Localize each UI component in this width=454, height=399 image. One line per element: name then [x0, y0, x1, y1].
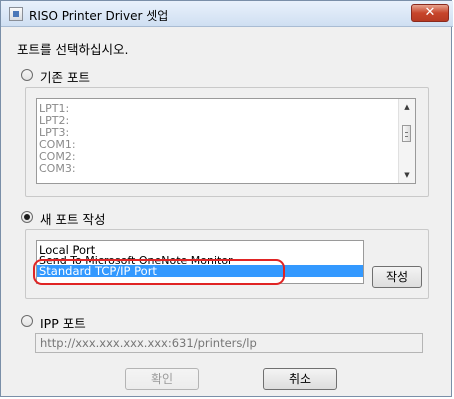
ok-button[interactable]: 확인: [125, 368, 199, 390]
list-item[interactable]: LPT3:: [37, 127, 399, 139]
list-item[interactable]: COM3:: [37, 163, 399, 175]
ipp-url-field[interactable]: http://xxx.xxx.xxx.xxx:631/printers/lp: [35, 333, 423, 353]
highlight-annotation: [33, 259, 285, 285]
list-item[interactable]: COM1:: [37, 139, 399, 151]
scroll-down-icon[interactable]: ▼: [399, 167, 415, 183]
list-item[interactable]: LPT1:: [37, 103, 399, 115]
new-port-label: 새 포트 작성: [40, 212, 106, 227]
existing-port-list[interactable]: LPT1: LPT2: LPT3: COM1: COM2: COM3: ▲ ▼: [36, 98, 416, 184]
list-item[interactable]: Local Port: [37, 244, 363, 256]
new-port-radio[interactable]: [21, 211, 33, 223]
close-button[interactable]: ✕: [411, 4, 449, 22]
scroll-up-icon[interactable]: ▲: [399, 99, 415, 115]
existing-port-label: 기존 포트: [40, 70, 90, 85]
setup-dialog: RISO Printer Driver 셋업 ✕ 포트를 선택하십시오. 기존 …: [0, 0, 453, 397]
create-port-button[interactable]: 작성: [372, 266, 422, 288]
cancel-button[interactable]: 취소: [263, 368, 337, 390]
printer-app-icon: [9, 7, 23, 21]
ipp-port-label: IPP 포트: [40, 316, 86, 331]
title-bar: RISO Printer Driver 셋업 ✕: [1, 1, 453, 27]
list-item[interactable]: COM2:: [37, 151, 399, 163]
ipp-port-radio[interactable]: [21, 315, 33, 327]
list-item[interactable]: LPT2:: [37, 115, 399, 127]
scroll-thumb[interactable]: [402, 125, 411, 142]
existing-port-radio[interactable]: [21, 69, 33, 81]
vertical-scrollbar[interactable]: ▲ ▼: [398, 99, 415, 183]
existing-port-group: LPT1: LPT2: LPT3: COM1: COM2: COM3: ▲ ▼: [25, 87, 429, 197]
select-port-prompt: 포트를 선택하십시오.: [17, 42, 129, 57]
window-title: RISO Printer Driver 셋업: [29, 9, 169, 23]
